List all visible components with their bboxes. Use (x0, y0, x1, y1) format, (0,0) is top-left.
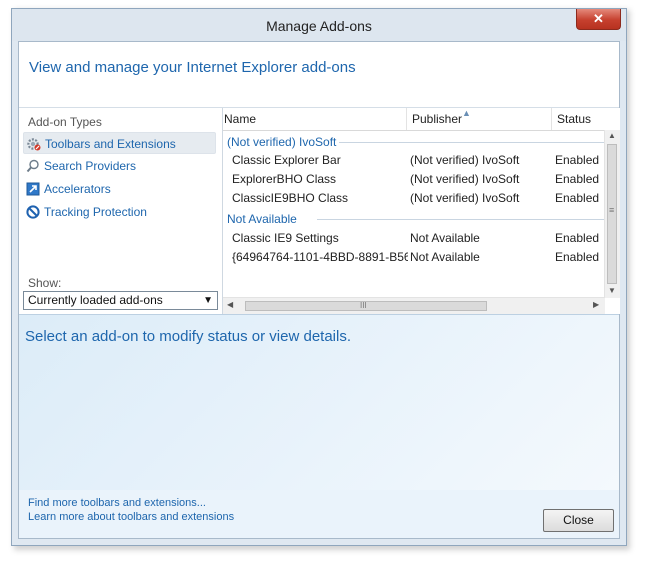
vertical-scroll-thumb[interactable]: ≡ (607, 144, 617, 284)
footer: Find more toolbars and extensions... Lea… (19, 490, 619, 538)
header-banner: View and manage your Internet Explorer a… (19, 42, 619, 108)
table-row[interactable]: Classic IE9 Settings Not Available Enabl… (223, 229, 608, 248)
type-tracking-protection[interactable]: Tracking Protection (23, 201, 216, 223)
group-divider (317, 219, 605, 220)
table-row[interactable]: ExplorerBHO Class (Not verified) IvoSoft… (223, 170, 608, 189)
cell-publisher: Not Available (410, 250, 480, 264)
type-label: Toolbars and Extensions (45, 137, 176, 151)
cell-name: Classic IE9 Settings (232, 231, 339, 245)
type-label: Tracking Protection (44, 205, 147, 219)
show-select-value: Currently loaded add-ons (28, 293, 163, 307)
horizontal-scrollbar[interactable]: ◀ III ▶ (223, 297, 605, 314)
details-text: Select an add-on to modify status or vie… (25, 328, 352, 345)
table-row[interactable]: Classic Explorer Bar (Not verified) IvoS… (223, 151, 608, 170)
cell-name: Classic Explorer Bar (232, 153, 341, 167)
header-text: View and manage your Internet Explorer a… (29, 59, 356, 76)
addons-list: Name ▲ Publisher Status (Not verified) I… (222, 108, 620, 314)
type-accelerators[interactable]: Accelerators (23, 178, 216, 200)
title-bar[interactable]: Manage Add-ons ✕ (12, 9, 626, 41)
cell-publisher: (Not verified) IvoSoft (410, 153, 520, 167)
client-area: View and manage your Internet Explorer a… (18, 41, 620, 539)
cell-status: Enabled (555, 250, 600, 264)
type-label: Accelerators (44, 182, 111, 196)
learn-more-link[interactable]: Learn more about toolbars and extensions (28, 511, 234, 523)
addon-types-pane: Add-on Types Toolbars and Extensions Sea… (19, 108, 222, 314)
cell-name: ExplorerBHO Class (232, 172, 337, 186)
vertical-grip-icon: ≡ (609, 205, 615, 215)
cell-status: Enabled (555, 191, 600, 205)
horizontal-grip-icon: III (360, 301, 367, 310)
scroll-down-icon[interactable]: ▼ (608, 286, 616, 295)
cell-name: {64964764-1101-4BBD-8891-B56... (232, 250, 408, 264)
cell-status: Enabled (555, 172, 600, 186)
gear-icon (27, 138, 41, 151)
column-header-row: Name ▲ Publisher Status (223, 108, 620, 131)
accelerator-icon (26, 182, 40, 196)
find-more-link[interactable]: Find more toolbars and extensions... (28, 497, 206, 509)
addon-types-label: Add-on Types (28, 115, 102, 129)
scroll-right-icon[interactable]: ▶ (593, 300, 599, 309)
cell-name: ClassicIE9BHO Class (232, 191, 349, 205)
details-pane: Select an add-on to modify status or vie… (19, 314, 619, 491)
cell-publisher: (Not verified) IvoSoft (410, 191, 520, 205)
window-close-button[interactable]: ✕ (576, 9, 621, 30)
table-row[interactable]: ClassicIE9BHO Class (Not verified) IvoSo… (223, 189, 608, 208)
close-button[interactable]: Close (543, 509, 614, 532)
type-toolbars-and-extensions[interactable]: Toolbars and Extensions (23, 132, 216, 154)
group-name: Not Available (227, 212, 297, 226)
sort-caret-icon: ▲ (462, 108, 471, 118)
no-entry-icon (26, 205, 40, 219)
scroll-left-icon[interactable]: ◀ (227, 300, 233, 309)
scroll-up-icon[interactable]: ▲ (608, 131, 616, 140)
column-header-status[interactable]: Status (552, 108, 612, 130)
table-row[interactable]: {64964764-1101-4BBD-8891-B56... Not Avai… (223, 248, 608, 267)
window-title: Manage Add-ons (266, 18, 372, 34)
show-select[interactable]: Currently loaded add-ons ▼ (23, 291, 218, 310)
column-header-name[interactable]: Name (223, 108, 407, 130)
dropdown-arrow-icon: ▼ (203, 295, 213, 306)
cell-publisher: (Not verified) IvoSoft (410, 172, 520, 186)
column-header-publisher[interactable]: ▲ Publisher (407, 108, 552, 130)
group-name: (Not verified) IvoSoft (227, 135, 337, 149)
type-label: Search Providers (44, 159, 137, 173)
search-icon (26, 159, 39, 173)
manage-addons-window: Manage Add-ons ✕ View and manage your In… (11, 8, 627, 546)
cell-status: Enabled (555, 153, 600, 167)
vertical-scrollbar[interactable]: ▲ ≡ ▼ (604, 130, 620, 298)
cell-publisher: Not Available (410, 231, 480, 245)
group-divider (339, 142, 605, 143)
show-label: Show: (28, 276, 62, 290)
cell-status: Enabled (555, 231, 600, 245)
type-search-providers[interactable]: Search Providers (23, 155, 216, 177)
horizontal-scroll-thumb[interactable]: III (245, 301, 487, 311)
